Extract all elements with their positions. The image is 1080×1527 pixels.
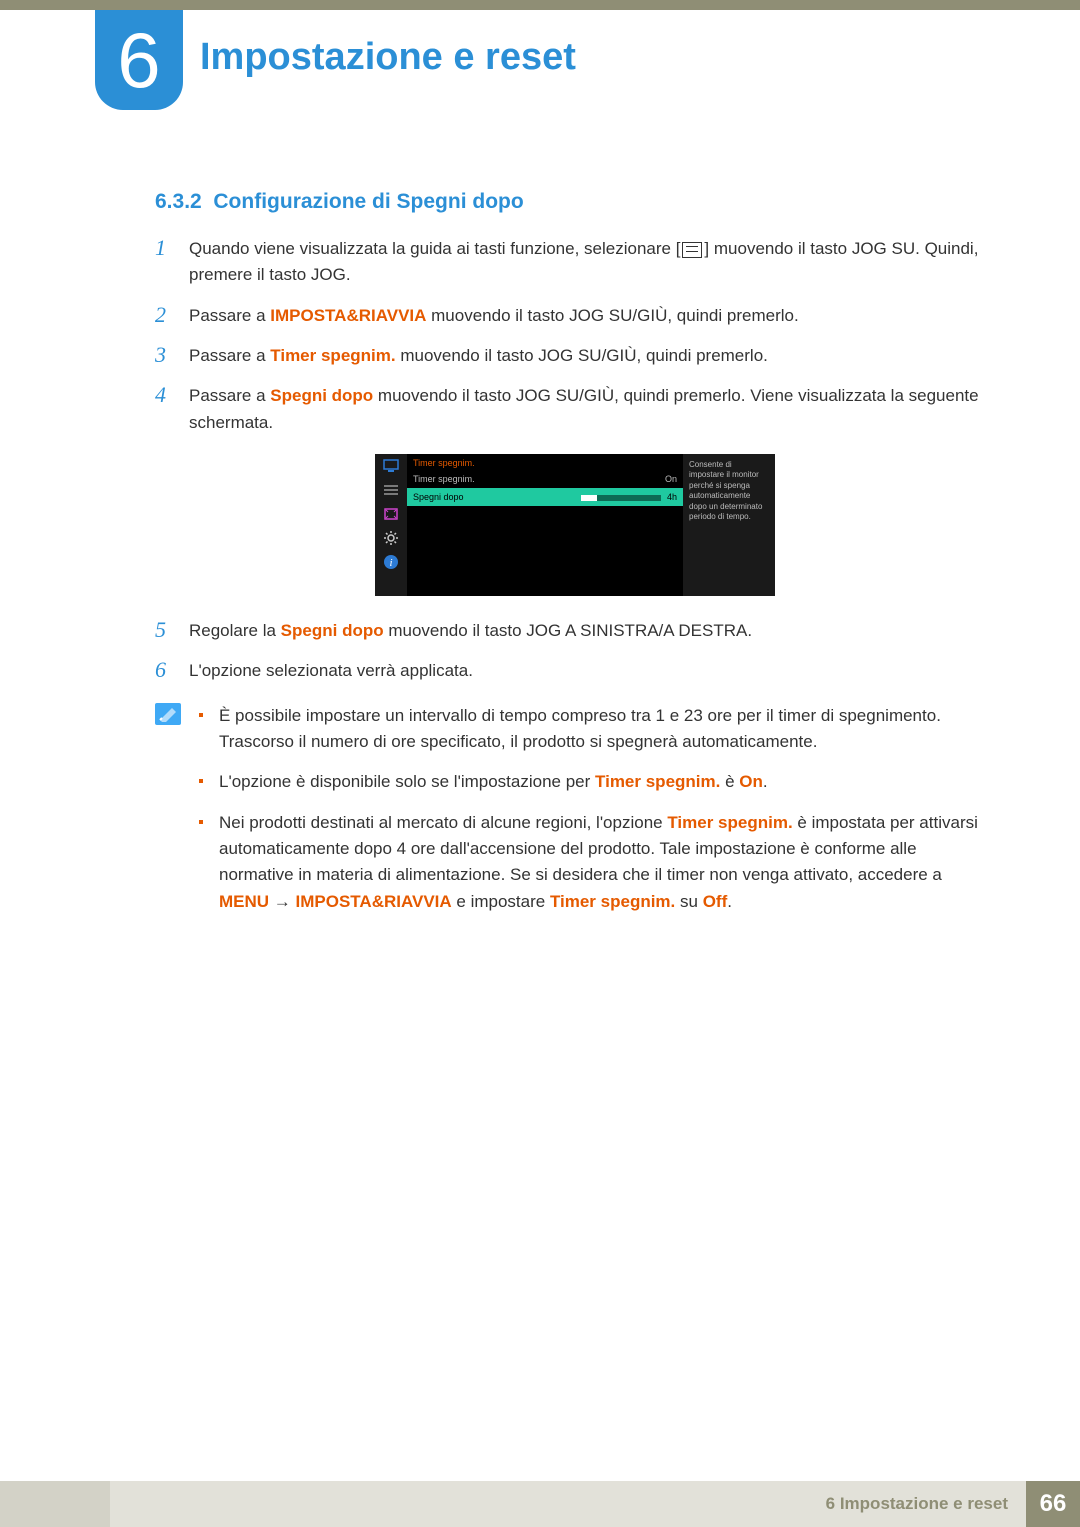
section-number: 6.3.2 <box>155 190 202 213</box>
step-2: 2 Passare a IMPOSTA&RIAVVIA muovendo il … <box>155 303 995 329</box>
footer: 6 Impostazione e reset 66 <box>0 1481 1080 1527</box>
menu-icon <box>682 242 702 258</box>
footer-page-number: 66 <box>1026 1481 1080 1527</box>
step-text: Quando viene visualizzata la guida ai ta… <box>189 236 995 289</box>
list-icon <box>382 482 400 498</box>
text: L'opzione è disponibile solo se l'impost… <box>219 772 595 791</box>
text: muovendo il tasto JOG A SINISTRA/A DESTR… <box>384 621 752 640</box>
osd-row-value: 4h <box>667 492 677 502</box>
note-list: È possibile impostare un intervallo di t… <box>199 703 995 929</box>
text: su <box>675 892 702 911</box>
text: Passare a <box>189 346 270 365</box>
osd-sidebar: i <box>375 454 407 596</box>
text: muovendo il tasto JOG SU/GIÙ, quindi pre… <box>396 346 768 365</box>
step-text: Passare a Spegni dopo muovendo il tasto … <box>189 383 995 436</box>
highlight: IMPOSTA&RIAVVIA <box>296 892 452 911</box>
step-1: 1 Quando viene visualizzata la guida ai … <box>155 236 995 289</box>
note-block: È possibile impostare un intervallo di t… <box>155 703 995 929</box>
svg-text:i: i <box>389 557 392 569</box>
chapter-tab: 6 <box>95 10 183 110</box>
step-number: 6 <box>155 658 189 682</box>
display-icon <box>382 458 400 474</box>
step-number: 4 <box>155 383 189 407</box>
text: e impostare <box>452 892 550 911</box>
section-title: Configurazione di Spegni dopo <box>213 190 523 213</box>
osd-screenshot: i Timer spegnim. Timer spegnim. On Spegn… <box>375 454 775 596</box>
highlight: Timer spegnim. <box>270 346 395 365</box>
resize-icon <box>382 506 400 522</box>
text: Quando viene visualizzata la guida ai ta… <box>189 239 680 258</box>
text: muovendo il tasto JOG SU/GIÙ, quindi pre… <box>426 306 798 325</box>
highlight: Timer spegnim. <box>550 892 675 911</box>
highlight: Timer spegnim. <box>595 772 720 791</box>
osd-row-label: Spegni dopo <box>413 492 464 502</box>
highlight: On <box>739 772 763 791</box>
text: Nei prodotti destinati al mercato di alc… <box>219 813 667 832</box>
step-3: 3 Passare a Timer spegnim. muovendo il t… <box>155 343 995 369</box>
footer-bar-accent <box>0 1481 110 1527</box>
chapter-number: 6 <box>117 15 160 106</box>
step-6: 6 L'opzione selezionata verrà applicata. <box>155 658 995 684</box>
footer-chapter: 6 Impostazione e reset <box>826 1481 1020 1527</box>
highlight: Off <box>703 892 728 911</box>
note-item: L'opzione è disponibile solo se l'impost… <box>199 769 995 795</box>
osd-help-text: Consente di impostare il monitor perché … <box>683 454 775 596</box>
osd-spacer <box>407 506 683 596</box>
step-number: 3 <box>155 343 189 367</box>
text: è <box>720 772 739 791</box>
chapter-title: Impostazione e reset <box>200 36 576 79</box>
osd-main: Timer spegnim. Timer spegnim. On Spegni … <box>407 454 683 596</box>
note-icon <box>155 703 181 725</box>
highlight: Spegni dopo <box>281 621 384 640</box>
section-heading: 6.3.2 Configurazione di Spegni dopo <box>155 190 995 214</box>
note-item: È possibile impostare un intervallo di t… <box>199 703 995 756</box>
arrow-icon: → <box>269 892 295 911</box>
step-4: 4 Passare a Spegni dopo muovendo il tast… <box>155 383 995 436</box>
step-text: Passare a IMPOSTA&RIAVVIA muovendo il ta… <box>189 303 799 329</box>
text: Passare a <box>189 386 270 405</box>
highlight: Spegni dopo <box>270 386 373 405</box>
top-bar <box>0 0 1080 10</box>
osd-row-label: Timer spegnim. <box>413 474 475 484</box>
info-icon: i <box>382 554 400 570</box>
step-text: Regolare la Spegni dopo muovendo il tast… <box>189 618 752 644</box>
osd-row-value-wrap: 4h <box>581 492 677 502</box>
gear-icon <box>382 530 400 546</box>
step-5: 5 Regolare la Spegni dopo muovendo il ta… <box>155 618 995 644</box>
step-number: 2 <box>155 303 189 327</box>
highlight: IMPOSTA&RIAVVIA <box>270 306 426 325</box>
text: . <box>727 892 732 911</box>
step-number: 1 <box>155 236 189 260</box>
osd-row-value: On <box>665 474 677 484</box>
step-text: Passare a Timer spegnim. muovendo il tas… <box>189 343 768 369</box>
step-number: 5 <box>155 618 189 642</box>
highlight: Timer spegnim. <box>667 813 792 832</box>
osd-title: Timer spegnim. <box>407 454 683 470</box>
highlight: MENU <box>219 892 269 911</box>
content-area: 6.3.2 Configurazione di Spegni dopo 1 Qu… <box>155 190 995 929</box>
note-item: Nei prodotti destinati al mercato di alc… <box>199 810 995 915</box>
step-list: 1 Quando viene visualizzata la guida ai … <box>155 236 995 685</box>
step-text: L'opzione selezionata verrà applicata. <box>189 658 473 684</box>
osd-row-timer: Timer spegnim. On <box>407 470 683 488</box>
text: Passare a <box>189 306 270 325</box>
osd-row-spegni-dopo: Spegni dopo 4h <box>407 488 683 506</box>
text: . <box>763 772 768 791</box>
text: Regolare la <box>189 621 281 640</box>
slider-icon <box>581 495 661 501</box>
